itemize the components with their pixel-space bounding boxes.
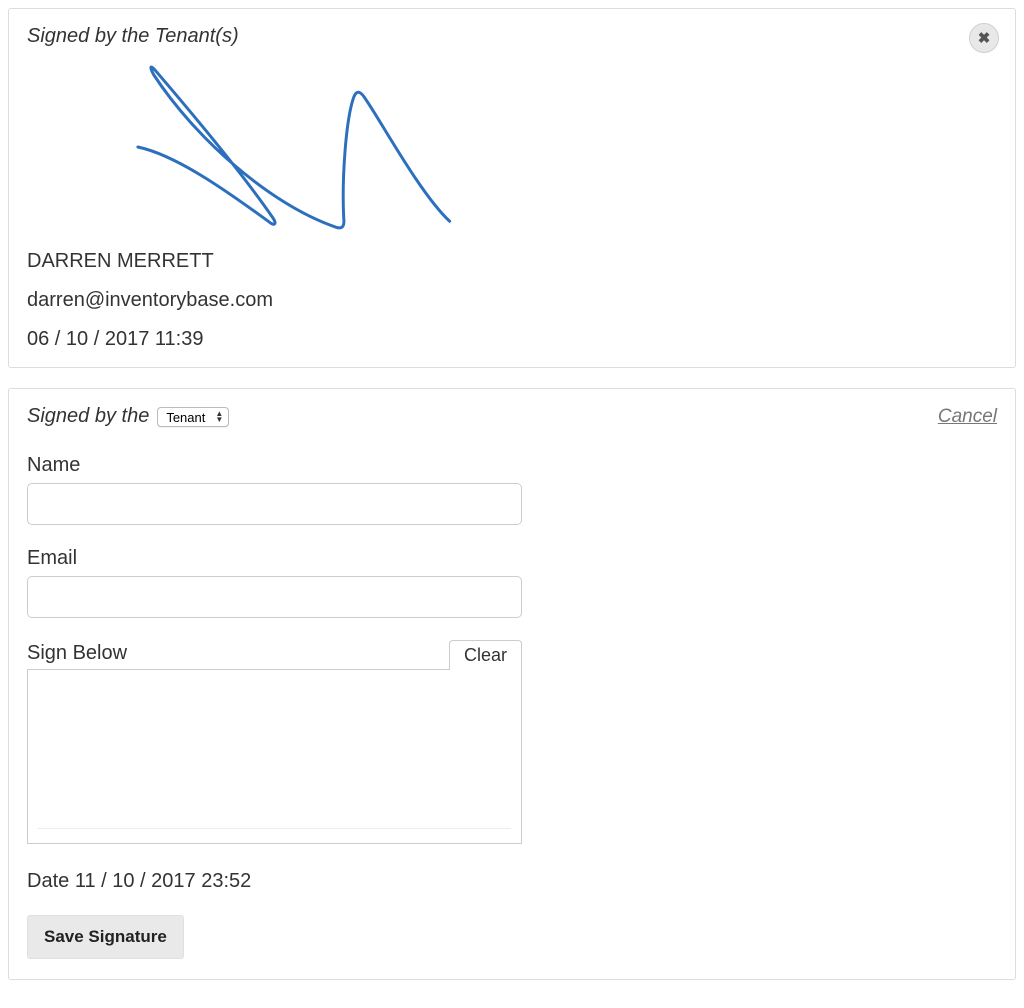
signer-timestamp: 06 / 10 / 2017 11:39 xyxy=(27,328,997,351)
save-signature-button[interactable]: Save Signature xyxy=(27,915,184,959)
name-label: Name xyxy=(27,454,997,477)
role-select[interactable]: Tenant xyxy=(157,407,229,427)
existing-signature-image xyxy=(27,60,997,235)
existing-signature-panel: Signed by the Tenant(s) ✖ DARREN MERRETT… xyxy=(8,8,1016,368)
date-label: Date xyxy=(27,870,69,892)
signed-by-label: Signed by the xyxy=(27,405,149,428)
existing-signature-heading: Signed by the Tenant(s) xyxy=(27,25,997,48)
email-label: Email xyxy=(27,547,997,570)
form-header-row: Signed by the Tenant ▲▼ Cancel xyxy=(27,405,997,428)
name-input[interactable] xyxy=(27,483,522,525)
close-icon: ✖ xyxy=(978,29,991,47)
clear-signature-button[interactable]: Clear xyxy=(449,640,522,670)
date-value: 11 / 10 / 2017 23:52 xyxy=(75,870,251,892)
signature-pad[interactable] xyxy=(27,669,522,844)
email-input[interactable] xyxy=(27,576,522,618)
date-row: Date 11 / 10 / 2017 23:52 xyxy=(27,870,997,893)
sign-below-label: Sign Below xyxy=(27,642,127,665)
signer-name: DARREN MERRETT xyxy=(27,250,997,273)
signer-email: darren@inventorybase.com xyxy=(27,289,997,312)
remove-signature-button[interactable]: ✖ xyxy=(969,23,999,53)
new-signature-panel: Signed by the Tenant ▲▼ Cancel Name Emai… xyxy=(8,388,1016,980)
cancel-link[interactable]: Cancel xyxy=(938,406,997,428)
